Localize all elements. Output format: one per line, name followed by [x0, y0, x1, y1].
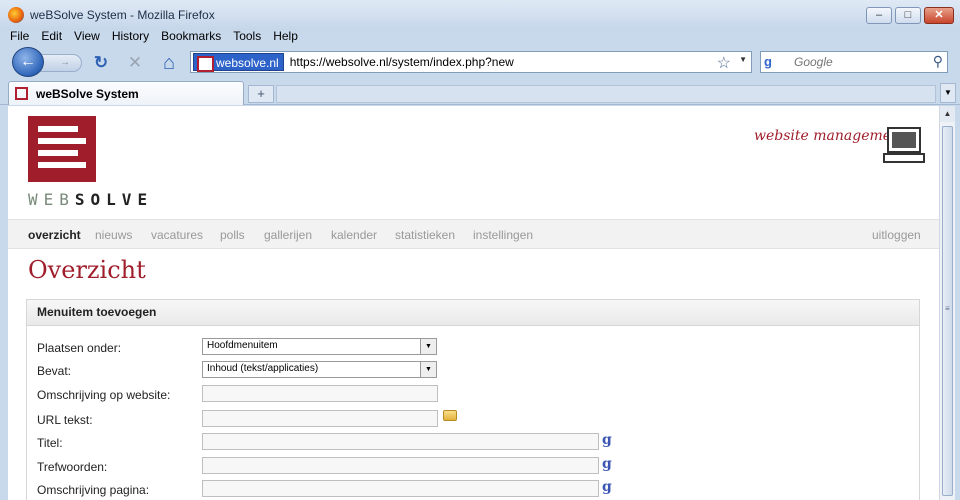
bevat-select[interactable]: Inhoud (tekst/applicaties) ▼ [202, 361, 437, 378]
menu-file[interactable]: File [10, 28, 29, 46]
wordmark-solve: SOLVE [74, 190, 154, 209]
label-trefwoorden: Trefwoorden: [37, 460, 108, 474]
search-bar[interactable]: g ⚲ [760, 51, 948, 73]
omschrijving-pagina-input[interactable] [202, 480, 599, 497]
websolve-wordmark: WEBSOLVE [28, 190, 153, 209]
menu-bar: File Edit View History Bookmarks Tools H… [0, 28, 960, 46]
label-omschrijving-pagina: Omschrijving pagina: [37, 483, 150, 497]
home-icon[interactable]: ⌂ [158, 53, 180, 73]
chevron-down-icon[interactable]: ▼ [420, 339, 436, 354]
bookmark-star-icon[interactable]: ☆ [717, 53, 731, 73]
search-icon[interactable]: ⚲ [933, 53, 943, 70]
google-link-icon[interactable]: g [602, 432, 612, 448]
address-bar[interactable]: websolve.nl https://websolve.nl/system/i… [190, 51, 752, 73]
menu-history[interactable]: History [112, 28, 149, 46]
menu-edit[interactable]: Edit [41, 28, 62, 46]
plaatsen-select[interactable]: Hoofdmenuitem ▼ [202, 338, 437, 355]
scrollbar-grip-icon: ≡ [945, 304, 950, 313]
nav-instellingen[interactable]: instellingen [473, 228, 533, 242]
titel-input[interactable] [202, 433, 599, 450]
url-text[interactable]: https://websolve.nl/system/index.php?new [290, 55, 514, 69]
url-input[interactable] [202, 410, 438, 427]
window-controls: – □ ✕ [866, 7, 954, 24]
google-link-icon[interactable]: g [602, 479, 612, 495]
title-bar: weBSolve System - Mozilla Firefox – □ ✕ [0, 0, 960, 30]
back-button[interactable]: ← [12, 47, 44, 77]
label-omschrijving: Omschrijving op website: [37, 388, 171, 402]
menu-help[interactable]: Help [273, 28, 298, 46]
tab-label: weBSolve System [36, 86, 139, 101]
label-url: URL tekst: [37, 413, 93, 427]
menu-bookmarks[interactable]: Bookmarks [161, 28, 221, 46]
label-titel: Titel: [37, 436, 63, 450]
trefwoorden-input[interactable] [202, 457, 599, 474]
forward-button[interactable]: → [40, 54, 82, 72]
google-link-icon[interactable]: g [602, 456, 612, 472]
firefox-logo-icon [8, 7, 24, 23]
site-navigation: overzicht nieuws vacatures polls galleri… [8, 219, 939, 249]
reload-icon[interactable]: ↻ [90, 53, 112, 73]
row-bevat: Bevat: Inhoud (tekst/applicaties) ▼ [27, 361, 921, 381]
browse-folder-icon[interactable] [443, 410, 457, 421]
page-viewport: WEBSOLVE website management overzicht ni… [8, 106, 939, 500]
close-window-button[interactable]: ✕ [924, 7, 954, 24]
row-url: URL tekst: [27, 410, 921, 430]
scroll-up-icon[interactable]: ▲ [940, 106, 955, 122]
site-identity-button[interactable]: websolve.nl [193, 53, 284, 72]
tab-websolve-system[interactable]: weBSolve System [8, 81, 244, 105]
websolve-logo-icon[interactable] [28, 116, 96, 182]
stop-icon[interactable]: ✕ [124, 53, 146, 73]
maximize-button[interactable]: □ [895, 7, 921, 24]
websolve-favicon-icon [15, 87, 28, 100]
row-omschrijving-pagina: Omschrijving pagina: g [27, 479, 921, 500]
page-title: Overzicht [28, 256, 146, 284]
nav-statistieken[interactable]: statistieken [395, 228, 455, 242]
plaatsen-value: Hoofdmenuitem [207, 340, 278, 351]
row-trefwoorden: Trefwoorden: g [27, 456, 921, 477]
row-titel: Titel: g [27, 432, 921, 453]
panel-title: Menuitem toevoegen [27, 300, 919, 326]
omschrijving-input[interactable] [202, 385, 438, 402]
new-tab-button[interactable]: + [248, 85, 274, 103]
row-omschrijving: Omschrijving op website: [27, 385, 921, 405]
minimize-button[interactable]: – [866, 7, 892, 24]
tab-strip-empty [276, 85, 936, 103]
search-input[interactable] [794, 55, 924, 69]
label-bevat: Bevat: [37, 364, 72, 378]
nav-polls[interactable]: polls [220, 228, 245, 242]
google-engine-icon[interactable]: g [764, 54, 782, 70]
add-menuitem-panel: Menuitem toevoegen Plaatsen onder: Hoofd… [26, 299, 920, 500]
bevat-value: Inhoud (tekst/applicaties) [207, 363, 319, 374]
list-all-tabs-button[interactable]: ▼ [940, 83, 956, 103]
nav-vacatures[interactable]: vacatures [151, 228, 203, 242]
menu-view[interactable]: View [74, 28, 100, 46]
nav-nieuws[interactable]: nieuws [95, 228, 132, 242]
vertical-scrollbar[interactable]: ▲ ≡ [939, 106, 955, 500]
chevron-down-icon[interactable]: ▼ [420, 362, 436, 377]
nav-kalender[interactable]: kalender [331, 228, 377, 242]
row-plaatsen: Plaatsen onder: Hoofdmenuitem ▼ [27, 338, 921, 358]
menu-tools[interactable]: Tools [233, 28, 261, 46]
nav-overzicht[interactable]: overzicht [28, 228, 81, 242]
url-dropdown-icon[interactable]: ▼ [739, 55, 747, 64]
navigation-toolbar: → ← ↻ ✕ ⌂ websolve.nl https://websolve.n… [0, 45, 960, 79]
wordmark-web: WEB [28, 190, 75, 209]
monitor-icon [883, 127, 925, 163]
label-plaatsen: Plaatsen onder: [37, 341, 122, 355]
tab-bar: weBSolve System + ▼ [0, 79, 960, 105]
window-title: weBSolve System - Mozilla Firefox [30, 8, 215, 22]
nav-gallerijen[interactable]: gallerijen [264, 228, 312, 242]
scrollbar-thumb[interactable]: ≡ [942, 126, 953, 496]
logout-link[interactable]: uitloggen [872, 228, 921, 242]
